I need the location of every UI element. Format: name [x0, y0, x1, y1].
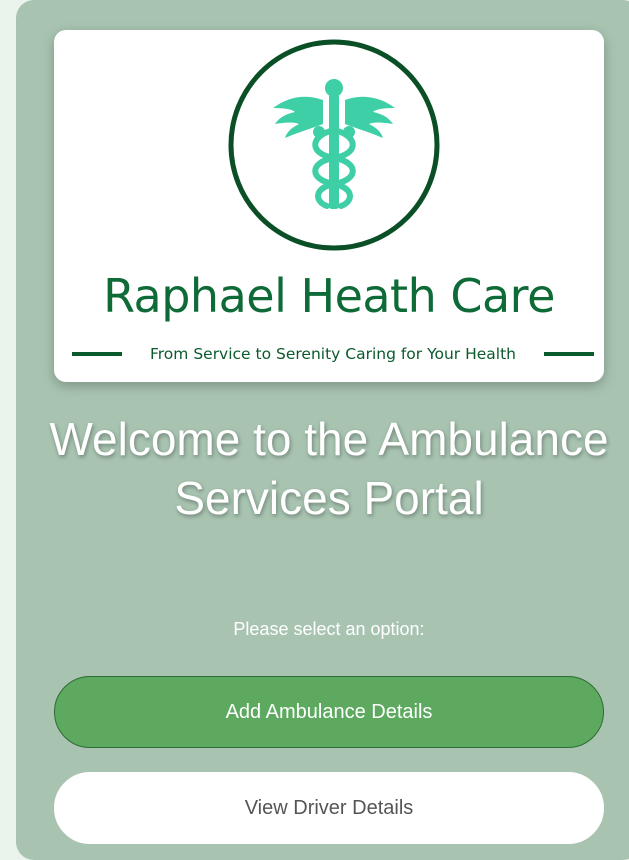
tagline-row: From Service to Serenity Caring for Your…	[72, 342, 594, 366]
brand-name: Raphael Heath Care	[103, 269, 555, 323]
brand-tagline: From Service to Serenity Caring for Your…	[149, 345, 517, 363]
tagline-divider-right	[544, 352, 594, 356]
page-title: Welcome to the Ambulance Services Portal	[49, 413, 609, 524]
add-ambulance-details-button[interactable]: Add Ambulance Details	[54, 676, 604, 748]
caduceus-icon	[228, 39, 440, 251]
tagline-divider-left	[72, 352, 122, 356]
option-prompt: Please select an option:	[233, 619, 425, 639]
view-driver-details-button[interactable]: View Driver Details	[54, 772, 604, 844]
logo-card: Raphael Heath Care From Service to Seren…	[54, 30, 604, 382]
